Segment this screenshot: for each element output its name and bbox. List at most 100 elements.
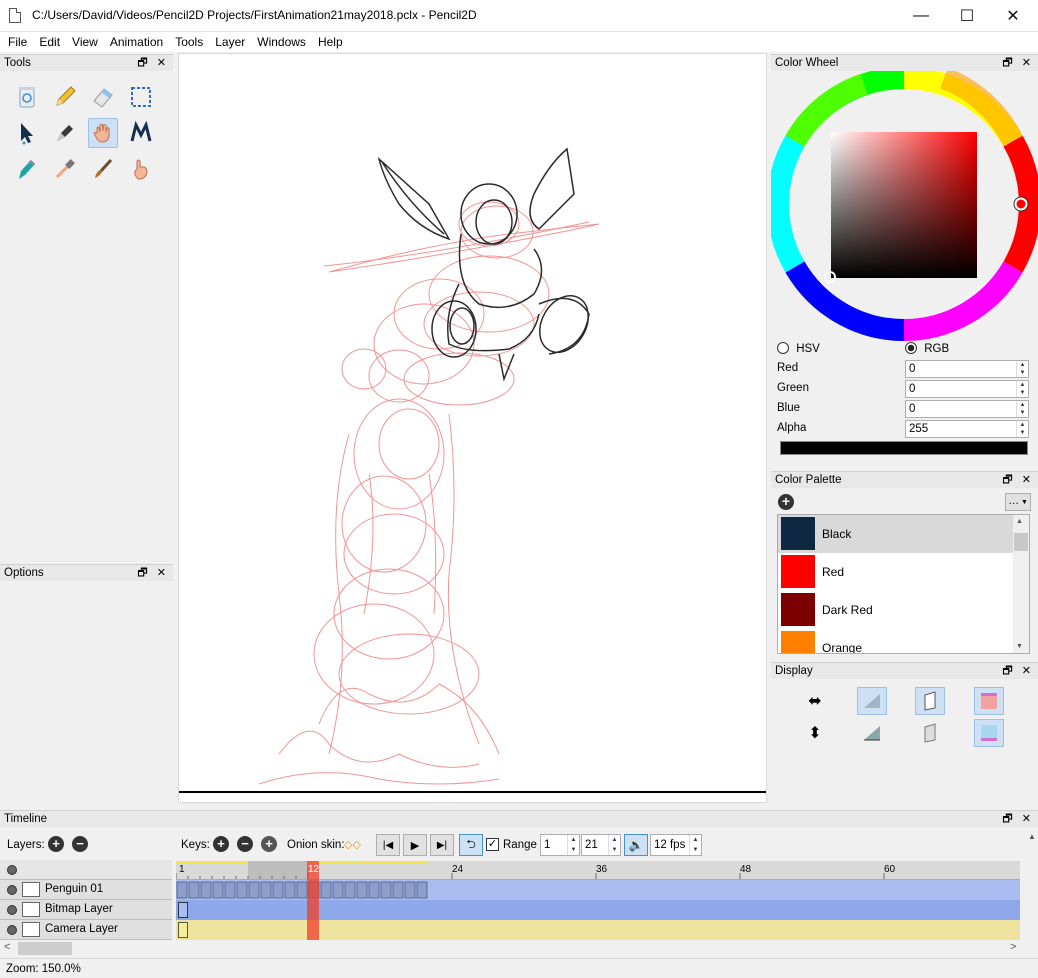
timeline-hscroll[interactable]: < > xyxy=(0,940,1038,957)
range-end-spin[interactable]: ▲ ▼ xyxy=(608,835,620,855)
menu-tools[interactable]: Tools xyxy=(169,32,209,52)
range-start-spin[interactable]: ▲ ▼ xyxy=(567,835,579,855)
bitmap-keyframe[interactable] xyxy=(178,902,188,918)
scroll-up-icon[interactable]: ▲ xyxy=(1016,518,1023,525)
layer-row-penguin[interactable]: Penguin 01 xyxy=(0,880,172,900)
menu-animation[interactable]: Animation xyxy=(104,32,169,52)
track-camera[interactable] xyxy=(176,920,1020,940)
select-tool[interactable] xyxy=(126,82,156,112)
palette-item-dark-red[interactable]: Dark Red xyxy=(778,591,1014,629)
invisible-lines-button[interactable] xyxy=(915,719,945,747)
palette-item-orange[interactable]: Orange xyxy=(778,629,1014,653)
camera-keyframe[interactable] xyxy=(178,922,188,938)
menu-file[interactable]: File xyxy=(0,32,33,52)
scroll-left-icon[interactable]: < xyxy=(4,941,10,953)
color-palette-panel-float-close[interactable]: 🗗 ✕ xyxy=(1002,472,1034,488)
eraser-tool[interactable] xyxy=(88,82,118,112)
display-panel-title: Display xyxy=(775,665,813,677)
visibility-all-icon[interactable] xyxy=(7,865,17,875)
drawing-canvas[interactable] xyxy=(178,53,767,803)
onion-skin-icon[interactable]: ◇◇ xyxy=(344,838,361,851)
finger-icon xyxy=(134,159,148,180)
green-spin-arrows[interactable]: ▲ ▼ xyxy=(1016,381,1028,397)
tools-panel-float-close[interactable]: 🗗 ✕ xyxy=(137,55,169,71)
play-button[interactable]: ▶ xyxy=(403,834,427,856)
timeline-panel-float-close[interactable]: 🗗 ✕ xyxy=(1002,811,1034,827)
add-color-button[interactable]: + xyxy=(778,494,794,510)
palette-menu-button[interactable]: … ▼ xyxy=(1005,493,1031,511)
layer-visibility-icon[interactable] xyxy=(7,925,17,935)
scroll-down-icon[interactable]: ▼ xyxy=(1016,643,1023,650)
range-checkbox[interactable]: ✓ xyxy=(486,838,499,851)
fps-input[interactable]: 12 fps ▲ ▼ xyxy=(650,834,702,856)
timeline-vscroll[interactable] xyxy=(1020,861,1038,940)
polyline-tool[interactable] xyxy=(126,118,156,148)
jump-end-button[interactable]: ▶| xyxy=(430,834,454,856)
flip-vertical-button[interactable]: ⬍ xyxy=(800,719,830,747)
remove-key-button[interactable]: − xyxy=(237,836,253,852)
clear-tool[interactable] xyxy=(12,82,42,112)
rgb-radio[interactable]: RGB xyxy=(905,342,949,355)
add-key-button[interactable]: + xyxy=(213,836,229,852)
pen-tool[interactable] xyxy=(50,118,80,148)
timeline-scroll-up-icon[interactable]: ▲ xyxy=(1028,832,1036,841)
layer-visibility-icon[interactable] xyxy=(7,885,17,895)
range-end-input[interactable]: 21 ▲ ▼ xyxy=(581,834,621,856)
smudge-finger-tool[interactable] xyxy=(126,154,156,184)
menu-view[interactable]: View xyxy=(66,32,104,52)
add-layer-button[interactable]: + xyxy=(48,836,64,852)
move-tool[interactable] xyxy=(12,118,42,148)
color-wheel-panel-float-close[interactable]: 🗗 ✕ xyxy=(1002,55,1034,71)
menu-layer[interactable]: Layer xyxy=(209,32,251,52)
loop-button[interactable]: ⮌ xyxy=(459,834,483,856)
display-panel-float-close[interactable]: 🗗 ✕ xyxy=(1002,663,1034,679)
fill-button[interactable] xyxy=(857,719,887,747)
flip-horizontal-button[interactable]: ⬌ xyxy=(800,687,830,715)
layer-visibility-icon[interactable] xyxy=(7,905,17,915)
bucket-tool[interactable] xyxy=(12,154,42,184)
red-input[interactable]: 0 ▲ ▼ xyxy=(905,360,1029,378)
palette-scrollbar[interactable]: ▲ ▼ xyxy=(1013,515,1029,653)
minimize-button[interactable]: — xyxy=(898,0,944,31)
layer-row-bitmap[interactable]: Bitmap Layer xyxy=(0,900,172,920)
maximize-button[interactable]: ☐ xyxy=(944,0,990,31)
palette-scroll-thumb[interactable] xyxy=(1014,533,1028,551)
palette-item-black[interactable]: Black xyxy=(778,515,1014,553)
layer-row-camera[interactable]: Camera Layer xyxy=(0,920,172,940)
palette-item-red[interactable]: Red xyxy=(778,553,1014,591)
range-start-input[interactable]: 1 ▲ ▼ xyxy=(540,834,580,856)
fps-spin[interactable]: ▲ ▼ xyxy=(689,835,701,855)
scroll-right-icon[interactable]: > xyxy=(1010,941,1016,953)
track-bitmap[interactable] xyxy=(176,900,1020,920)
timeline-hscroll-thumb[interactable] xyxy=(18,942,72,955)
onion-next-button[interactable] xyxy=(974,719,1004,747)
color-wheel[interactable] xyxy=(767,67,1038,341)
blue-spin-arrows[interactable]: ▲ ▼ xyxy=(1016,401,1028,417)
brush-tool[interactable] xyxy=(88,154,118,184)
jump-start-button[interactable]: |◀ xyxy=(376,834,400,856)
onion-prev-button[interactable] xyxy=(974,687,1004,715)
pencil-tool[interactable] xyxy=(50,82,80,112)
remove-layer-button[interactable]: − xyxy=(72,836,88,852)
blue-input[interactable]: 0 ▲ ▼ xyxy=(905,400,1029,418)
sound-button[interactable]: 🔈 xyxy=(624,834,648,856)
options-panel-float-close[interactable]: 🗗 ✕ xyxy=(137,565,169,581)
outlines-button[interactable] xyxy=(915,687,945,715)
thin-lines-button[interactable] xyxy=(857,687,887,715)
alpha-spin-arrows[interactable]: ▲ ▼ xyxy=(1016,421,1028,437)
duplicate-key-button[interactable]: + xyxy=(261,836,277,852)
hand-tool[interactable] xyxy=(88,118,118,148)
red-spin-arrows[interactable]: ▲ ▼ xyxy=(1016,361,1028,377)
track-penguin[interactable] xyxy=(176,880,1020,900)
timeline-ruler[interactable]: 1 24 36 48 60 xyxy=(176,861,1020,880)
alpha-input[interactable]: 255 ▲ ▼ xyxy=(905,420,1029,438)
menu-edit[interactable]: Edit xyxy=(33,32,66,52)
hsv-radio[interactable]: HSV xyxy=(777,342,820,355)
playhead[interactable]: 12 xyxy=(307,861,319,940)
rgb-label: RGB xyxy=(924,343,950,355)
green-input[interactable]: 0 ▲ ▼ xyxy=(905,380,1029,398)
eyedropper-tool[interactable] xyxy=(50,154,80,184)
close-button[interactable]: ✕ xyxy=(990,0,1036,31)
menu-help[interactable]: Help xyxy=(312,32,349,52)
menu-windows[interactable]: Windows xyxy=(251,32,312,52)
